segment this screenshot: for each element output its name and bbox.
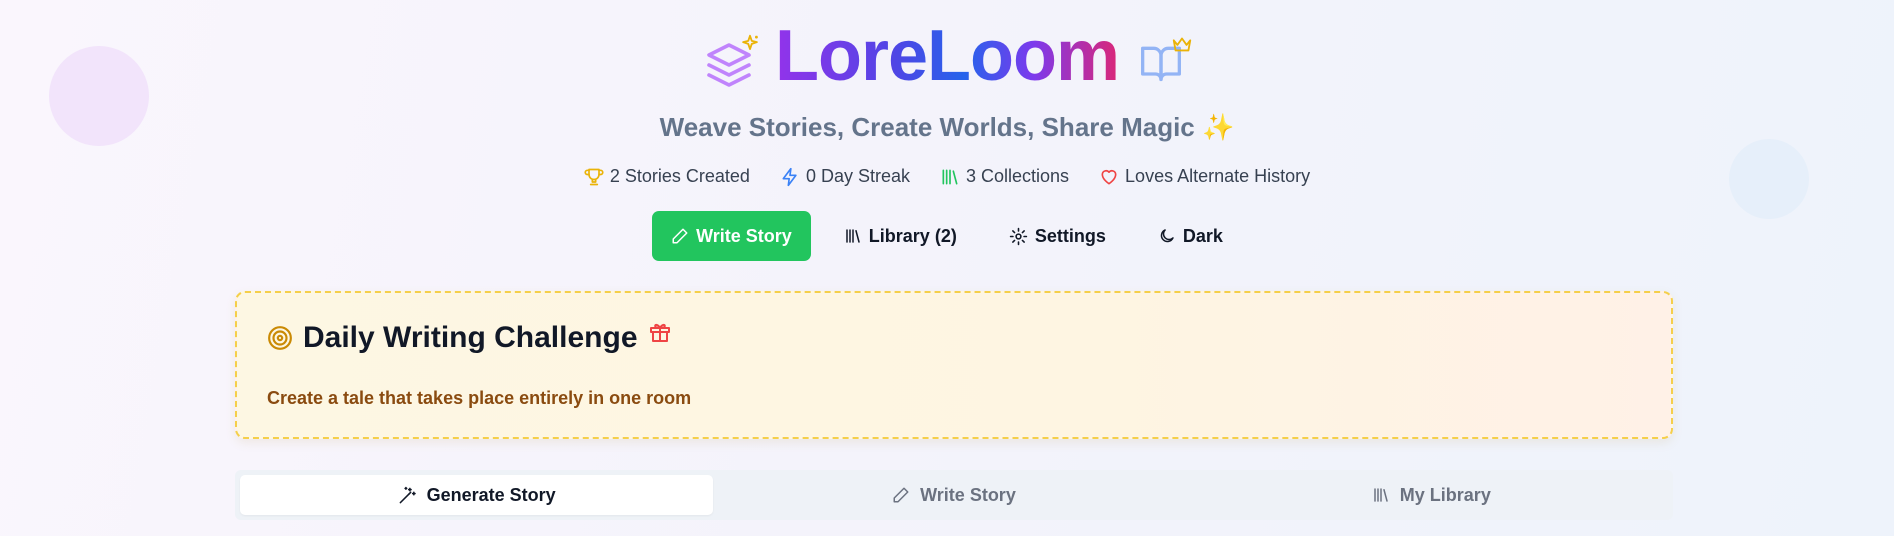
sparkle-icon: [742, 34, 758, 50]
tab-generate-story[interactable]: Generate Story: [240, 475, 714, 515]
lightning-icon: [782, 167, 797, 186]
user-stats: 2 Stories Created 0 Day Streak 3 Collect…: [0, 166, 1894, 187]
stat-label: 3 Collections: [965, 166, 1070, 186]
tab-label: My Library: [1399, 484, 1491, 505]
settings-label: Settings: [1034, 225, 1106, 246]
dark-mode-label: Dark: [1182, 225, 1223, 246]
layers-logo-icon: [705, 29, 758, 89]
stat-label: 2 Stories Created: [609, 166, 750, 186]
crown-icon: [1172, 37, 1192, 52]
write-story-label: Write Story: [696, 225, 792, 246]
settings-button[interactable]: Settings: [990, 211, 1125, 261]
tab-my-library[interactable]: My Library: [1195, 475, 1668, 515]
main-nav: Write Story Library (2) Settings Dark: [0, 211, 1894, 261]
library-icon: [1374, 488, 1388, 502]
tab-label: Generate Story: [426, 484, 556, 505]
stat-favorite-genre: Loves Alternate History: [1099, 166, 1310, 187]
stat-label: 0 Day Streak: [805, 166, 910, 186]
heart-icon: [1101, 169, 1117, 184]
trophy-icon: [584, 168, 604, 185]
tab-label: Write Story: [920, 484, 1016, 505]
library-label: Library (2): [868, 225, 957, 246]
write-story-button[interactable]: Write Story: [652, 211, 811, 261]
library-icon: [942, 169, 958, 184]
stat-stories: 2 Stories Created: [584, 166, 750, 187]
target-icon: [268, 326, 292, 350]
app-header: LoreLoom: [0, 14, 1894, 104]
dark-mode-toggle[interactable]: Dark: [1139, 211, 1242, 261]
library-icon: [846, 229, 860, 243]
tab-write-story[interactable]: Write Story: [717, 475, 1190, 515]
stat-streak: 0 Day Streak: [780, 166, 910, 187]
tagline: Weave Stories, Create Worlds, Share Magi…: [659, 112, 1235, 142]
challenge-header: Daily Writing Challenge: [267, 321, 672, 355]
book-logo-icon: [1137, 29, 1192, 89]
story-tabs: Generate Story Write Story My Library: [235, 470, 1673, 520]
pencil-icon: [893, 487, 909, 503]
challenge-title: Daily Writing Challenge: [303, 321, 638, 354]
gear-icon: [1009, 227, 1028, 245]
stat-collections: 3 Collections: [940, 166, 1069, 187]
stat-label: Loves Alternate History: [1125, 166, 1311, 186]
pencil-icon: [672, 228, 688, 244]
library-button[interactable]: Library (2): [825, 211, 976, 261]
magic-wand-icon: [399, 486, 416, 503]
challenge-prompt: Create a tale that takes place entirely …: [267, 388, 692, 408]
app-title: LoreLoom: [775, 16, 1120, 96]
gift-icon: [649, 323, 670, 342]
moon-icon: [1160, 229, 1174, 243]
daily-challenge-card: Daily Writing Challenge Create a tale th…: [235, 291, 1673, 439]
